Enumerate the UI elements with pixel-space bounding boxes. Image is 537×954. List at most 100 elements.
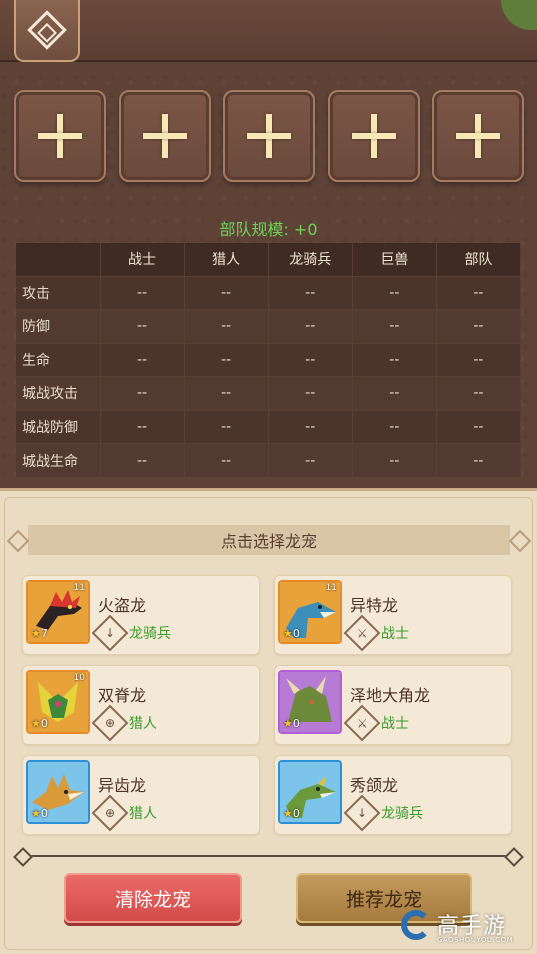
table-cell: -- xyxy=(100,342,185,377)
pet-slot-2[interactable] xyxy=(118,90,211,182)
table-cell: -- xyxy=(352,309,437,343)
pet-card[interactable]: 11 ★7 火盗龙 ↓ 龙骑兵 xyxy=(22,575,260,655)
pet-slot-1[interactable] xyxy=(14,90,106,182)
table-cell: -- xyxy=(100,376,185,410)
clear-pets-button[interactable]: 清除龙宠 xyxy=(64,873,242,923)
pet-stars: ★0 xyxy=(283,627,300,640)
star-icon: ★ xyxy=(283,807,293,820)
pet-card[interactable]: ★0 异齿龙 ⊕ 猎人 xyxy=(22,755,260,835)
pet-stars: ★0 xyxy=(283,807,300,820)
pet-card[interactable]: 10 ★0 双脊龙 ⊕ 猎人 xyxy=(22,665,260,745)
row-label: 城战攻击 xyxy=(16,376,101,410)
table-row: 生命 -- -- -- -- -- xyxy=(16,342,522,377)
stats-header-troop: 部队 xyxy=(436,243,522,276)
table-cell: -- xyxy=(268,409,353,444)
table-cell: -- xyxy=(184,275,269,310)
hunter-icon: ⊕ xyxy=(91,704,129,742)
pet-stars: ★7 xyxy=(31,627,48,640)
pet-portrait: ★0 xyxy=(26,760,90,824)
pet-portrait: 11 ★0 xyxy=(278,580,342,644)
stats-header-beast: 巨兽 xyxy=(352,243,437,276)
table-cell: -- xyxy=(184,342,269,377)
pet-type: 龙骑兵 xyxy=(381,806,423,822)
pet-slot-4[interactable] xyxy=(327,90,420,182)
menu-icon xyxy=(27,10,67,50)
table-cell: -- xyxy=(352,376,437,410)
stats-header-warrior: 战士 xyxy=(100,243,185,276)
table-cell: -- xyxy=(436,376,522,410)
pet-name: 异齿龙 xyxy=(98,776,147,795)
star-icon: ★ xyxy=(283,627,293,640)
stats-header-row: 战士 猎人 龙骑兵 巨兽 部队 xyxy=(16,243,522,276)
table-cell: -- xyxy=(436,342,522,377)
row-label: 生命 xyxy=(16,342,101,377)
table-cell: -- xyxy=(184,309,269,343)
pet-type: 战士 xyxy=(381,716,409,732)
table-cell: -- xyxy=(268,342,353,377)
pet-name: 双脊龙 xyxy=(98,686,147,705)
pet-slot-3[interactable] xyxy=(223,90,315,182)
pet-card[interactable]: ★0 泽地大角龙 ⚔ 战士 xyxy=(274,665,512,745)
table-row: 防御 -- -- -- -- -- xyxy=(16,309,522,343)
dragoon-icon: ↓ xyxy=(91,614,129,652)
pet-slot-5[interactable] xyxy=(432,90,524,182)
plus-icon xyxy=(351,114,396,158)
table-cell: -- xyxy=(100,409,185,444)
pet-portrait: ★0 xyxy=(278,670,342,734)
dragoon-icon: ↓ xyxy=(343,794,381,832)
stats-table: 战士 猎人 龙骑兵 巨兽 部队 攻击 -- -- -- -- -- 防御 -- … xyxy=(16,243,522,477)
menu-button[interactable] xyxy=(14,0,80,62)
pet-name: 火盗龙 xyxy=(98,596,147,615)
pet-level: 11 xyxy=(73,583,85,593)
warrior-icon: ⚔ xyxy=(343,614,381,652)
plus-icon xyxy=(142,114,187,158)
pet-stars: ★0 xyxy=(31,717,48,730)
pet-stars: ★0 xyxy=(31,807,48,820)
row-label: 城战防御 xyxy=(16,409,101,444)
pet-card[interactable]: 11 ★0 异特龙 ⚔ 战士 xyxy=(274,575,512,655)
plus-icon xyxy=(456,114,500,158)
troop-panel: 部队规模: +0 战士 猎人 龙骑兵 巨兽 部队 攻击 -- -- -- -- … xyxy=(0,0,537,492)
pet-type: 战士 xyxy=(381,626,409,642)
hunter-icon: ⊕ xyxy=(91,794,129,832)
table-cell: -- xyxy=(352,275,437,310)
table-cell: -- xyxy=(184,443,269,477)
pet-name: 秀颌龙 xyxy=(350,776,399,795)
table-cell: -- xyxy=(436,309,522,343)
pet-name: 异特龙 xyxy=(350,596,399,615)
star-icon: ★ xyxy=(283,717,293,730)
table-row: 城战攻击 -- -- -- -- -- xyxy=(16,376,522,410)
row-label: 城战生命 xyxy=(16,443,101,477)
select-header: 点击选择龙宠 xyxy=(28,525,510,555)
pet-name: 泽地大角龙 xyxy=(350,686,431,705)
row-label: 攻击 xyxy=(16,275,101,310)
select-header-label: 点击选择龙宠 xyxy=(220,532,317,551)
pet-select-panel: 点击选择龙宠 11 ★7 火盗龙 ↓ 龙骑兵 11 ★0 异特龙 ⚔ 战士 10… xyxy=(0,488,537,954)
table-cell: -- xyxy=(352,342,437,377)
pet-card[interactable]: ★0 秀颌龙 ↓ 龙骑兵 xyxy=(274,755,512,835)
plus-icon xyxy=(247,114,291,158)
stats-header-hunter: 猎人 xyxy=(184,243,269,276)
pet-stars: ★0 xyxy=(283,717,300,730)
warrior-icon: ⚔ xyxy=(343,704,381,742)
plus-icon xyxy=(38,114,82,158)
row-label: 防御 xyxy=(16,309,101,343)
troop-scale: 部队规模: +0 xyxy=(219,220,318,239)
divider xyxy=(20,855,517,857)
table-cell: -- xyxy=(268,309,353,343)
table-cell: -- xyxy=(268,376,353,410)
table-row: 城战防御 -- -- -- -- -- xyxy=(16,409,522,444)
star-icon: ★ xyxy=(31,627,41,640)
pet-level: 10 xyxy=(73,673,85,683)
pet-portrait: ★0 xyxy=(278,760,342,824)
table-cell: -- xyxy=(436,275,522,310)
table-row: 城战生命 -- -- -- -- -- xyxy=(16,443,522,477)
watermark-sub: GAOSHOUYOU.COM xyxy=(437,936,514,944)
table-cell: -- xyxy=(268,275,353,310)
table-cell: -- xyxy=(268,443,353,477)
table-cell: -- xyxy=(436,409,522,444)
star-icon: ★ xyxy=(31,717,41,730)
pet-type: 猎人 xyxy=(129,806,157,822)
leaf-decoration xyxy=(501,0,537,30)
watermark: 高手游 GAOSHOUYOU.COM xyxy=(401,908,529,948)
